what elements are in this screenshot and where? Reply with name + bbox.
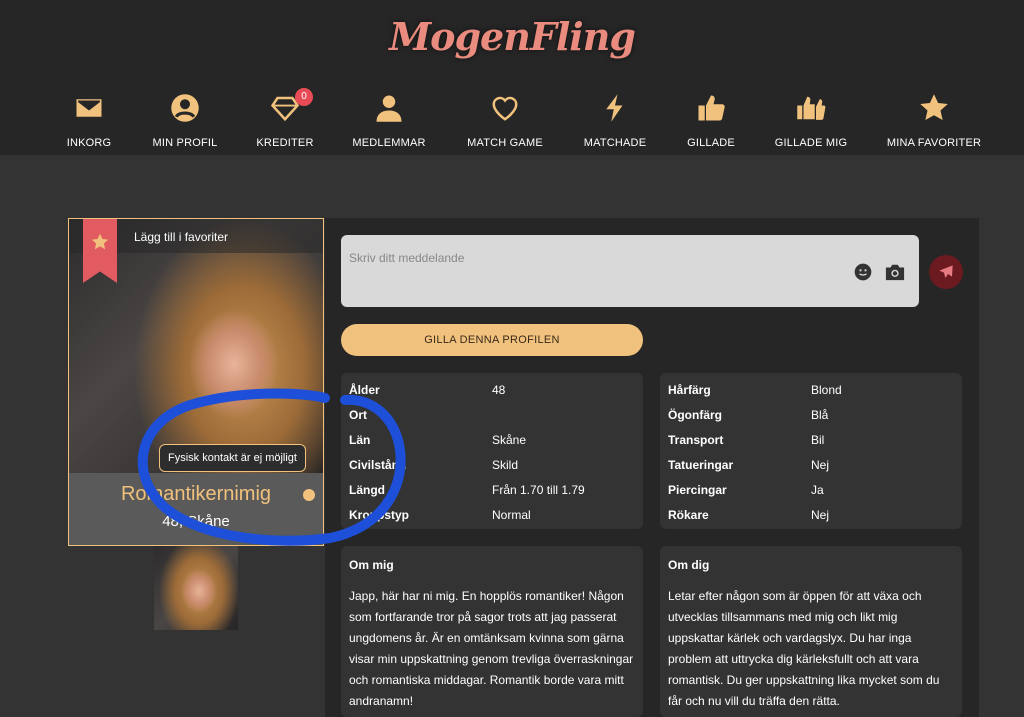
message-composer [341, 235, 919, 307]
star-icon [91, 233, 109, 250]
site-logo[interactable]: MogenFling [0, 14, 1024, 59]
heart-icon[interactable] [303, 489, 315, 501]
nav-label: MINA FAVORITER [886, 137, 982, 149]
detail-key: Ögonfärg [668, 408, 722, 422]
detail-key: Ort [349, 408, 367, 422]
nav-item-medlemmar[interactable]: MEDLEMMAR [329, 88, 449, 149]
detail-value: Blå [811, 408, 829, 422]
nav-item-match-game[interactable]: MATCH GAME [445, 88, 565, 149]
detail-key: Piercingar [668, 483, 727, 497]
profile-name: Romantikernimig [120, 483, 272, 505]
profile-card: Lägg till i favoriter Romantikernimig 48… [68, 218, 324, 546]
emoji-icon[interactable] [853, 262, 873, 282]
about-me-text: Japp, här har ni mig. En hopplös romanti… [349, 589, 634, 708]
detail-value: Skild [492, 458, 519, 472]
main-nav: INKORG MIN PROFIL 0 KREDITER MEDLEMMAR M… [0, 88, 1024, 154]
detail-key: Tatueringar [668, 458, 734, 472]
contact-tooltip: Fysisk kontakt är ej möjligt [159, 444, 306, 472]
detail-value: Bil [811, 433, 825, 447]
nav-label: GILLADE MIG [774, 137, 848, 149]
photo-thumbnail[interactable] [154, 546, 238, 630]
nav-item-mina-favoriter[interactable]: MINA FAVORITER [874, 88, 994, 149]
nav-item-krediter[interactable]: 0 KREDITER [225, 88, 345, 149]
details-right-box: Hårfärg Blond Ögonfärg Blå Transport Bil Ta… [660, 373, 962, 529]
favorite-label[interactable]: Lägg till i favoriter [134, 230, 228, 244]
send-button[interactable] [929, 255, 963, 289]
detail-key: Längd [349, 483, 385, 497]
detail-value: Från 1.70 till 1.79 [492, 483, 585, 497]
detail-key: Civilstånd [349, 458, 407, 472]
credits-badge: 0 [295, 88, 313, 106]
about-me-box: Om mig Japp, här har ni mig. En hopplös … [341, 546, 643, 717]
paper-plane-icon [939, 265, 953, 278]
about-you-text: Letar efter någon som är öppen för att v… [668, 589, 940, 708]
user-icon [329, 88, 449, 128]
detail-key: Kroppstyp [349, 508, 409, 522]
detail-key: Län [349, 433, 371, 447]
heart-outline-icon [445, 88, 565, 128]
message-input[interactable] [341, 235, 841, 307]
camera-icon[interactable] [884, 262, 906, 282]
detail-value: Nej [811, 458, 830, 472]
diamond-icon: 0 [225, 88, 345, 128]
about-you-title: Om dig [668, 558, 710, 572]
detail-key: Hårfärg [668, 383, 711, 397]
detail-value: Blond [811, 383, 842, 397]
detail-key: Transport [668, 433, 724, 447]
nav-label: MATCH GAME [467, 137, 543, 149]
site-header: MogenFling INKORG MIN PROFIL 0 KREDITER [0, 0, 1024, 155]
nav-item-gillade-mig[interactable]: GILLADE MIG [751, 88, 871, 149]
about-me-title: Om mig [349, 558, 394, 572]
detail-value: Nej [811, 508, 830, 522]
detail-key: Ålder [349, 383, 380, 397]
double-thumbs-up-icon [751, 88, 871, 128]
detail-value: Ja [811, 483, 824, 497]
details-left-box: Ålder 48 Ort Län Skåne Civilstånd Skild Län… [341, 373, 643, 529]
like-profile-button[interactable]: GILLA DENNA PROFILEN [341, 324, 643, 356]
detail-value: 48 [492, 383, 506, 397]
detail-value: Normal [492, 508, 531, 522]
detail-value: Skåne [492, 433, 527, 447]
profile-card-footer: Romantikernimig 48, Skåne [69, 473, 323, 545]
nav-label: MEDLEMMAR [352, 137, 426, 149]
detail-key: Rökare [668, 508, 709, 522]
star-icon [874, 88, 994, 128]
profile-age-region: 48, Skåne [162, 513, 230, 530]
about-you-box: Om dig Letar efter någon som är öppen fö… [660, 546, 962, 717]
nav-label: KREDITER [256, 137, 314, 149]
